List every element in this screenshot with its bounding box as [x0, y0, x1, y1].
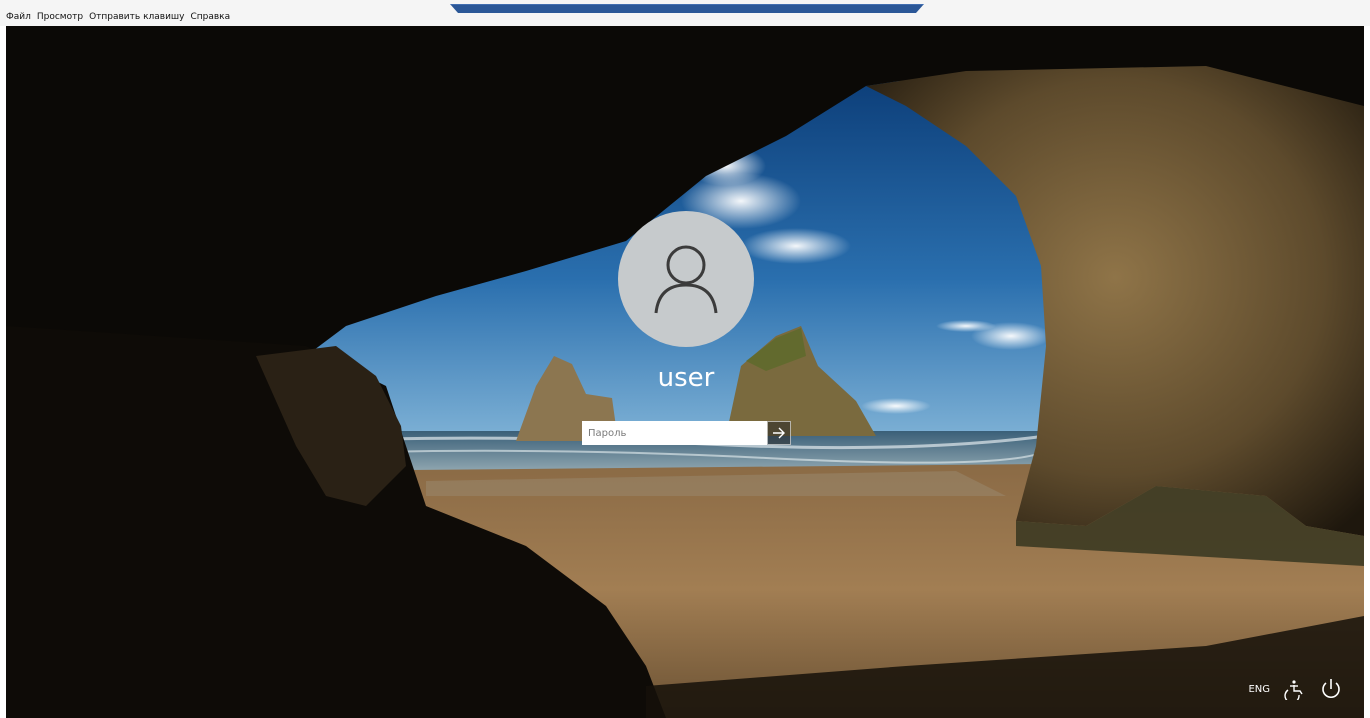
power-icon — [1322, 679, 1340, 698]
menu-view[interactable]: Просмотр — [37, 10, 83, 24]
ease-of-access-button[interactable] — [1284, 678, 1306, 700]
connection-bar[interactable] — [450, 4, 924, 14]
power-button[interactable] — [1320, 678, 1342, 700]
language-indicator[interactable]: ENG — [1248, 684, 1270, 695]
arrow-right-icon — [773, 427, 785, 439]
menu-send-key[interactable]: Отправить клавишу — [89, 10, 184, 24]
lock-screen-tray: ENG — [1248, 678, 1342, 700]
remote-screen[interactable]: user ENG — [6, 26, 1364, 718]
username-label: user — [657, 363, 715, 393]
password-box — [582, 421, 791, 445]
user-avatar — [618, 211, 754, 347]
menu-help[interactable]: Справка — [190, 10, 230, 24]
user-icon — [654, 245, 718, 314]
ease-of-access-icon — [1284, 680, 1303, 700]
menu-items: Файл Просмотр Отправить клавишу Справка — [6, 10, 230, 24]
password-input[interactable] — [582, 421, 767, 445]
submit-button[interactable] — [767, 421, 791, 445]
menu-file[interactable]: Файл — [6, 10, 31, 24]
